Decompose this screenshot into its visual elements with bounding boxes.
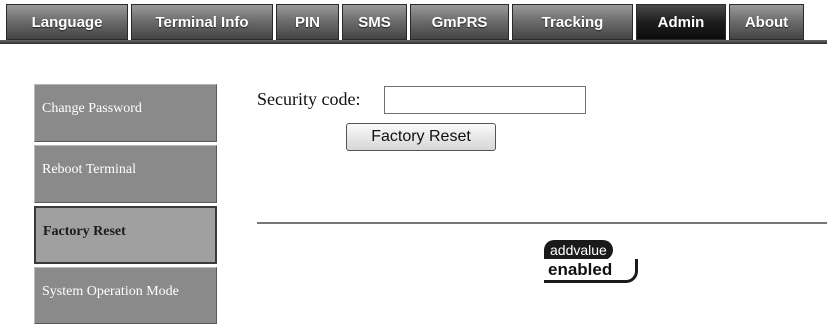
sidebar-item-system-operation-mode[interactable]: System Operation Mode bbox=[34, 267, 217, 324]
tab-gmprs[interactable]: GmPRS bbox=[410, 4, 509, 40]
logo-bottom-text: enabled bbox=[544, 259, 638, 283]
tab-tracking[interactable]: Tracking bbox=[512, 4, 633, 40]
sidebar-item-change-password[interactable]: Change Password bbox=[34, 84, 217, 142]
top-nav-bar: Language Terminal Info PIN SMS GmPRS Tra… bbox=[0, 0, 827, 44]
tab-terminal-info[interactable]: Terminal Info bbox=[131, 4, 273, 40]
security-code-input[interactable] bbox=[384, 86, 586, 114]
tab-pin[interactable]: PIN bbox=[276, 4, 339, 40]
sidebar-item-reboot-terminal[interactable]: Reboot Terminal bbox=[34, 145, 217, 203]
tab-sms[interactable]: SMS bbox=[342, 4, 407, 40]
content-divider bbox=[257, 222, 827, 224]
logo-top-text: addvalue bbox=[544, 240, 613, 260]
factory-reset-button[interactable]: Factory Reset bbox=[346, 123, 496, 151]
sidebar-item-factory-reset[interactable]: Factory Reset bbox=[34, 206, 217, 264]
tab-bar-base-line bbox=[0, 40, 827, 44]
tab-admin[interactable]: Admin bbox=[636, 4, 726, 40]
security-code-label: Security code: bbox=[257, 89, 361, 109]
tab-about[interactable]: About bbox=[729, 4, 804, 40]
tab-language[interactable]: Language bbox=[6, 4, 128, 40]
addvalue-logo: addvalue enabled bbox=[544, 240, 642, 284]
